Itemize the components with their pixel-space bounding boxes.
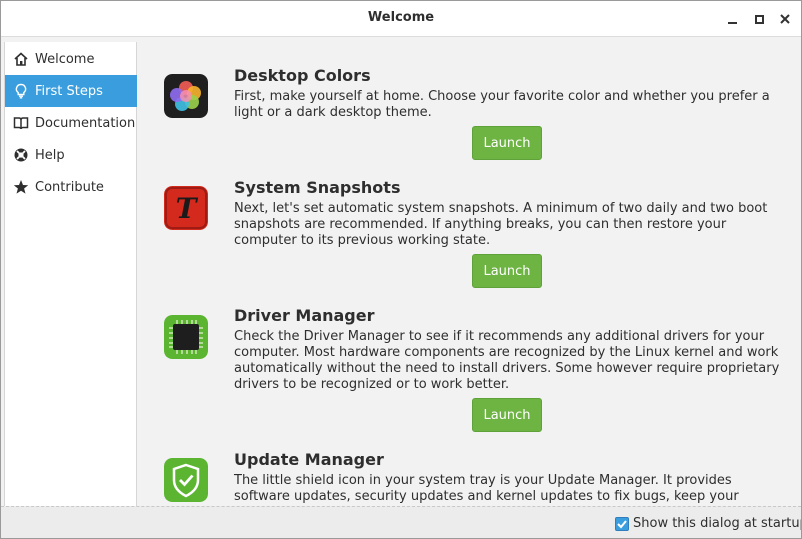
first-steps-content[interactable]: Desktop Colors First, make yourself at h… <box>138 42 801 506</box>
show-at-startup-toggle[interactable]: Show this dialog at startup <box>615 516 802 531</box>
window-title: Welcome <box>367 10 435 25</box>
close-icon <box>780 14 790 24</box>
sidebar-item-contribute[interactable]: Contribute <box>5 171 137 203</box>
step-title: Desktop Colors <box>234 66 371 85</box>
close-button[interactable] <box>775 9 795 29</box>
maximize-button[interactable] <box>749 9 769 29</box>
step-title: Driver Manager <box>234 306 375 325</box>
lifebuoy-icon <box>12 146 30 164</box>
startup-checkbox[interactable] <box>615 516 629 531</box>
launch-desktop-colors-button[interactable]: Launch <box>472 126 542 160</box>
step-title: Update Manager <box>234 450 384 469</box>
startup-label: Show this dialog at startup <box>633 516 802 531</box>
title-bar[interactable]: Welcome <box>1 1 801 37</box>
sidebar-item-label: Contribute <box>35 179 104 195</box>
step-description: First, make yourself at home. Choose you… <box>234 89 770 120</box>
launch-driver-manager-button[interactable]: Launch <box>472 398 542 432</box>
sidebar-item-label: First Steps <box>35 83 103 99</box>
star-icon <box>12 178 30 196</box>
sidebar-item-welcome[interactable]: Welcome <box>5 43 137 75</box>
shield-icon <box>164 458 208 502</box>
step-title: System Snapshots <box>234 178 401 197</box>
checkmark-icon <box>617 519 627 528</box>
book-icon <box>12 114 30 132</box>
step-description: Next, let's set automatic system snapsho… <box>234 201 768 248</box>
launch-system-snapshots-button[interactable]: Launch <box>472 254 542 288</box>
svg-text:T: T <box>176 192 199 225</box>
sidebar-item-label: Documentation <box>35 115 136 131</box>
lightbulb-icon <box>12 82 30 100</box>
bottom-bar: Show this dialog at startup <box>1 506 801 538</box>
chip-icon <box>164 315 208 359</box>
step-description: Check the Driver Manager to see if it re… <box>234 329 780 392</box>
sidebar-item-label: Welcome <box>35 51 95 67</box>
sidebar-item-first-steps[interactable]: First Steps <box>5 75 137 107</box>
maximize-icon <box>754 14 764 24</box>
sidebar-item-label: Help <box>35 147 65 163</box>
step-description: The little shield icon in your system tr… <box>234 473 739 506</box>
timeshift-icon: T <box>164 186 208 230</box>
sidebar: Welcome First Steps Documentation Help C… <box>4 42 137 506</box>
sidebar-item-help[interactable]: Help <box>5 139 137 171</box>
home-icon <box>12 50 30 68</box>
color-flower-icon <box>164 74 208 118</box>
sidebar-item-documentation[interactable]: Documentation <box>5 107 137 139</box>
minimize-icon <box>727 22 737 24</box>
minimize-button[interactable] <box>722 9 742 29</box>
welcome-window: Welcome Welcome First Steps Documentatio… <box>0 0 802 539</box>
